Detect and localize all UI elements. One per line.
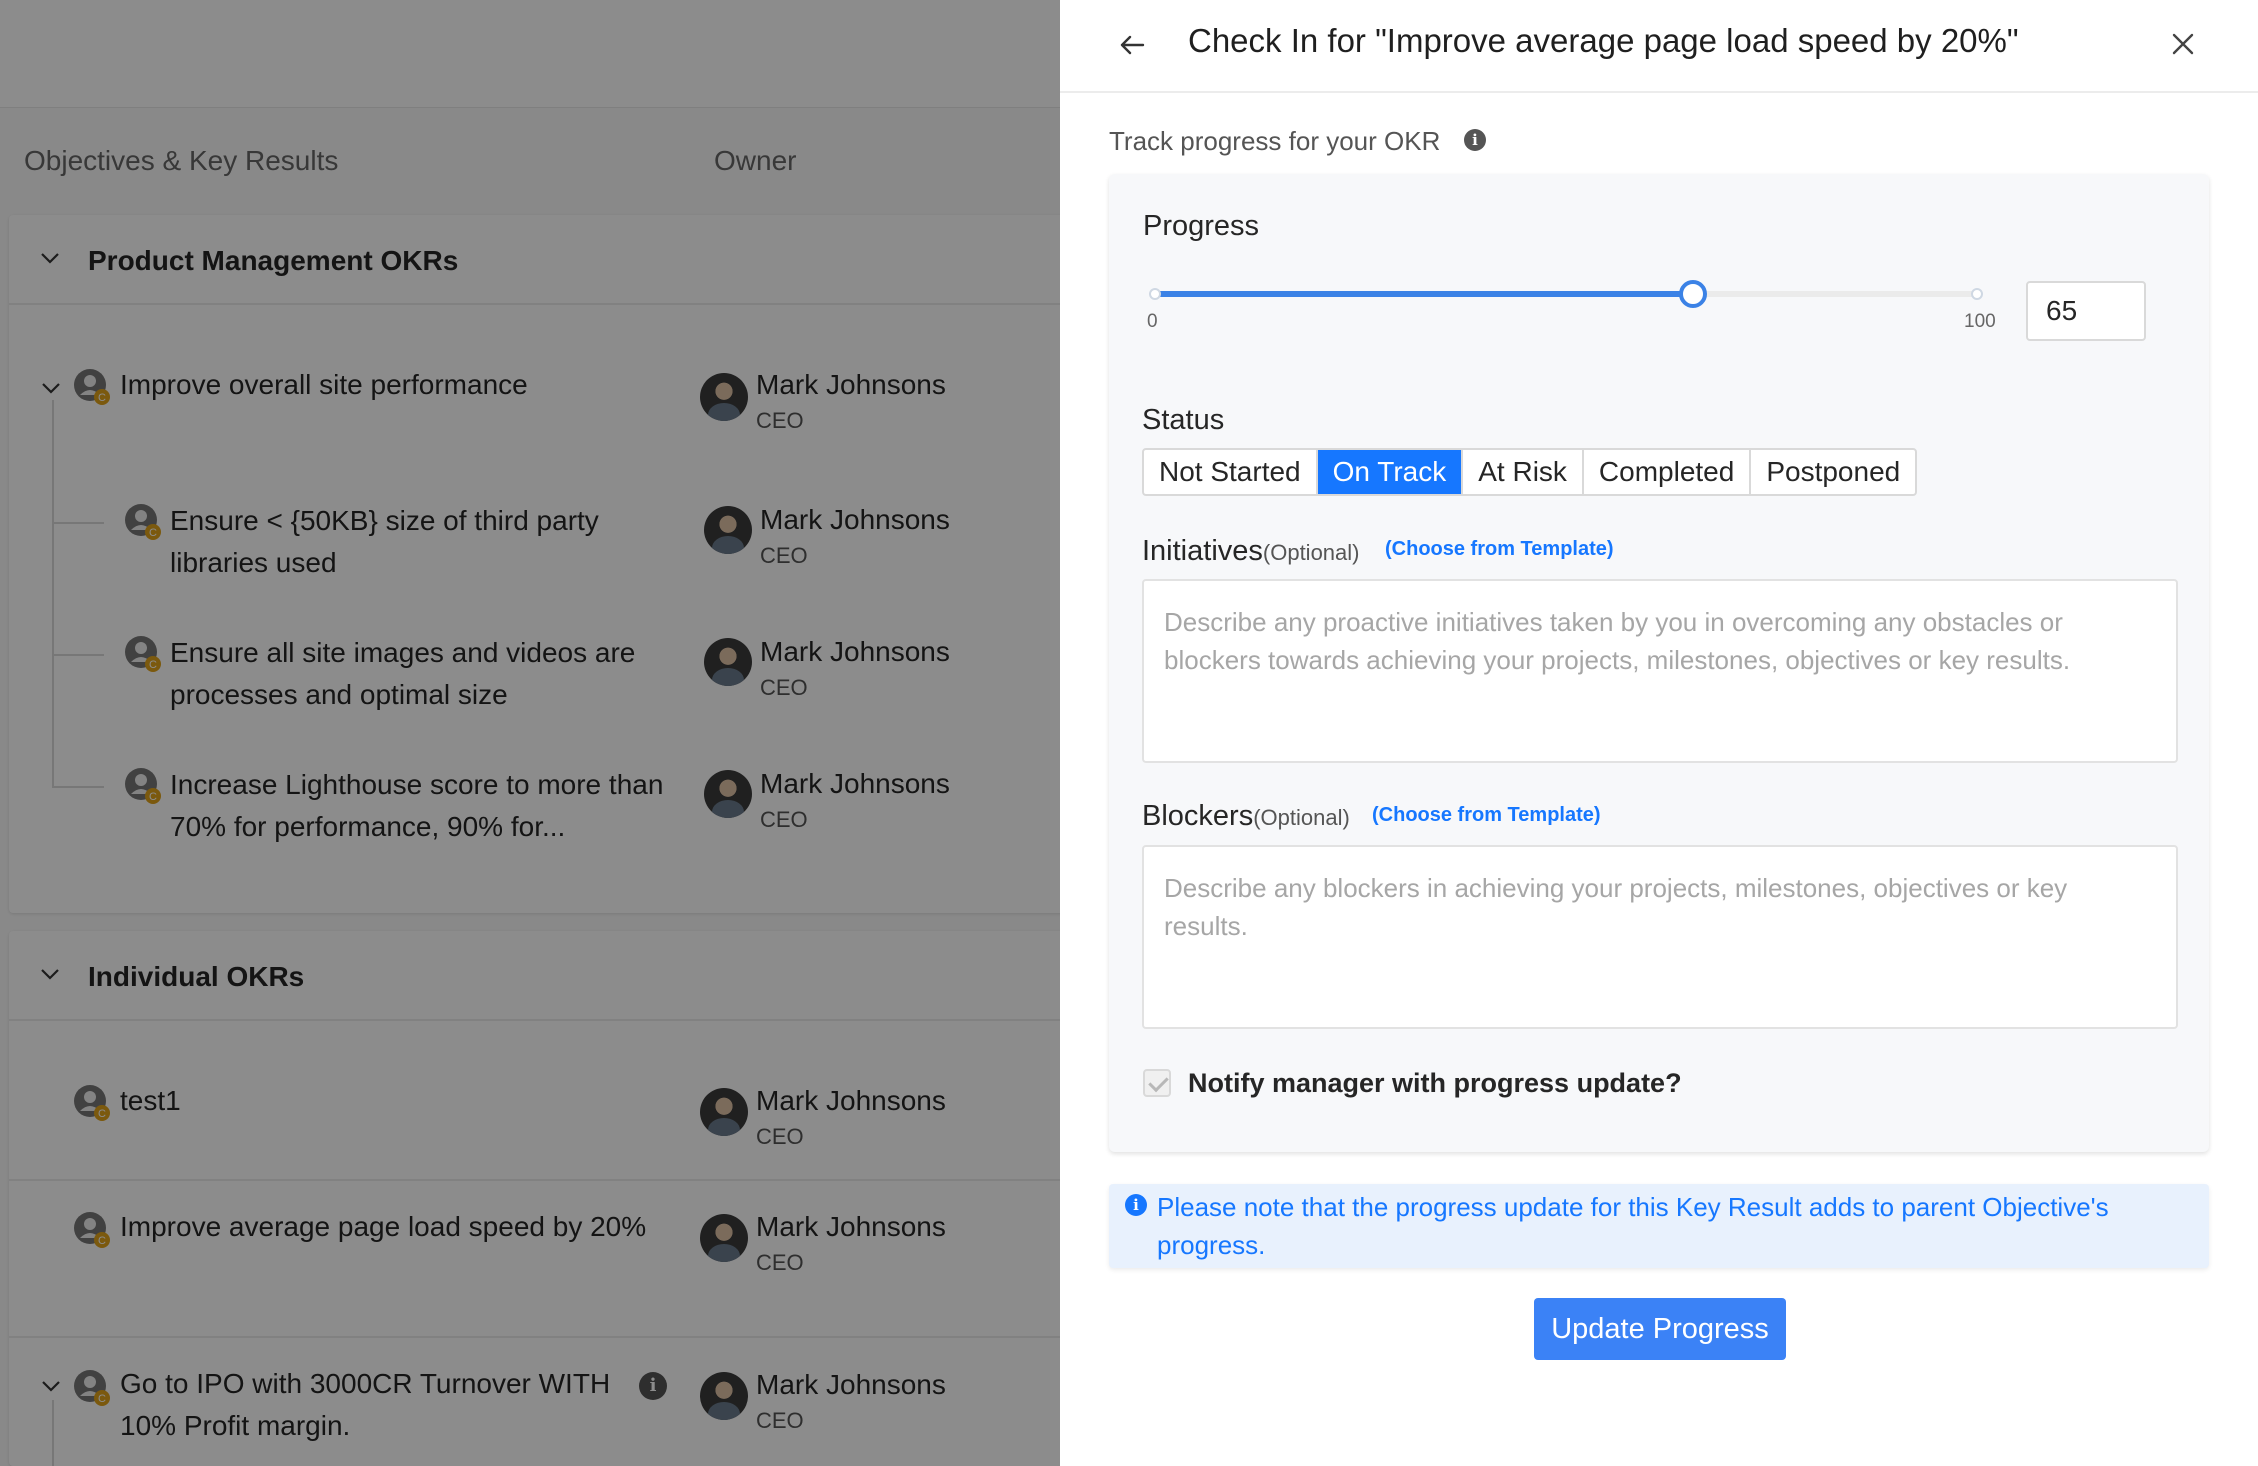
optional-label: (Optional) xyxy=(1262,540,1360,565)
progress-number-input[interactable] xyxy=(2026,281,2146,341)
blockers-label: Blockers(Optional) xyxy=(1142,800,1350,833)
slider-min-dot xyxy=(1149,288,1161,300)
initiatives-template-link[interactable]: (Choose from Template) xyxy=(1385,538,1614,561)
progress-label: Progress xyxy=(1143,210,1260,242)
slider-max-dot xyxy=(1971,288,1983,300)
track-progress-label: Track progress for your OKR xyxy=(1109,126,1441,156)
back-arrow-icon[interactable] xyxy=(1116,29,1148,61)
slider-max-label: 100 xyxy=(1964,311,1996,332)
blockers-label-text: Blockers xyxy=(1142,800,1254,832)
initiatives-textarea[interactable] xyxy=(1142,579,2178,763)
check-in-drawer: Check In for "Improve average page load … xyxy=(1060,0,2258,1466)
status-option-not-started[interactable]: Not Started xyxy=(1144,450,1318,494)
status-label: Status xyxy=(1142,404,1225,436)
drawer-mask[interactable] xyxy=(0,0,1060,1466)
status-option-completed[interactable]: Completed xyxy=(1584,450,1752,494)
status-option-postponed[interactable]: Postponed xyxy=(1751,450,1915,494)
status-option-on-track[interactable]: On Track xyxy=(1317,450,1464,494)
progress-note-text: Please note that the progress update for… xyxy=(1157,1192,2109,1260)
progress-note-alert: i Please note that the progress update f… xyxy=(1109,1184,2209,1268)
notify-manager-label[interactable]: Notify manager with progress update? xyxy=(1188,1068,1682,1099)
drawer-title: Check In for "Improve average page load … xyxy=(1188,22,2019,59)
initiatives-label: Initiatives(Optional) xyxy=(1142,535,1359,568)
drawer-header: Check In for "Improve average page load … xyxy=(1060,0,2258,93)
blockers-textarea[interactable] xyxy=(1142,845,2178,1029)
optional-label: (Optional) xyxy=(1253,805,1350,830)
status-option-at-risk[interactable]: At Risk xyxy=(1463,450,1584,494)
update-progress-button[interactable]: Update Progress xyxy=(1534,1298,1786,1360)
slider-handle[interactable] xyxy=(1679,280,1707,308)
slider-min-label: 0 xyxy=(1147,311,1158,332)
close-icon[interactable] xyxy=(2168,29,2198,59)
blockers-template-link[interactable]: (Choose from Template) xyxy=(1372,804,1601,827)
notify-manager-checkbox[interactable] xyxy=(1143,1069,1171,1097)
progress-slider[interactable] xyxy=(1149,278,1993,318)
slider-track xyxy=(1153,291,1693,297)
status-segmented-control: Not Started On Track At Risk Completed P… xyxy=(1142,448,1918,496)
info-icon: i xyxy=(1125,1194,1147,1216)
info-icon[interactable]: i xyxy=(1464,129,1486,151)
initiatives-label-text: Initiatives xyxy=(1142,535,1263,567)
